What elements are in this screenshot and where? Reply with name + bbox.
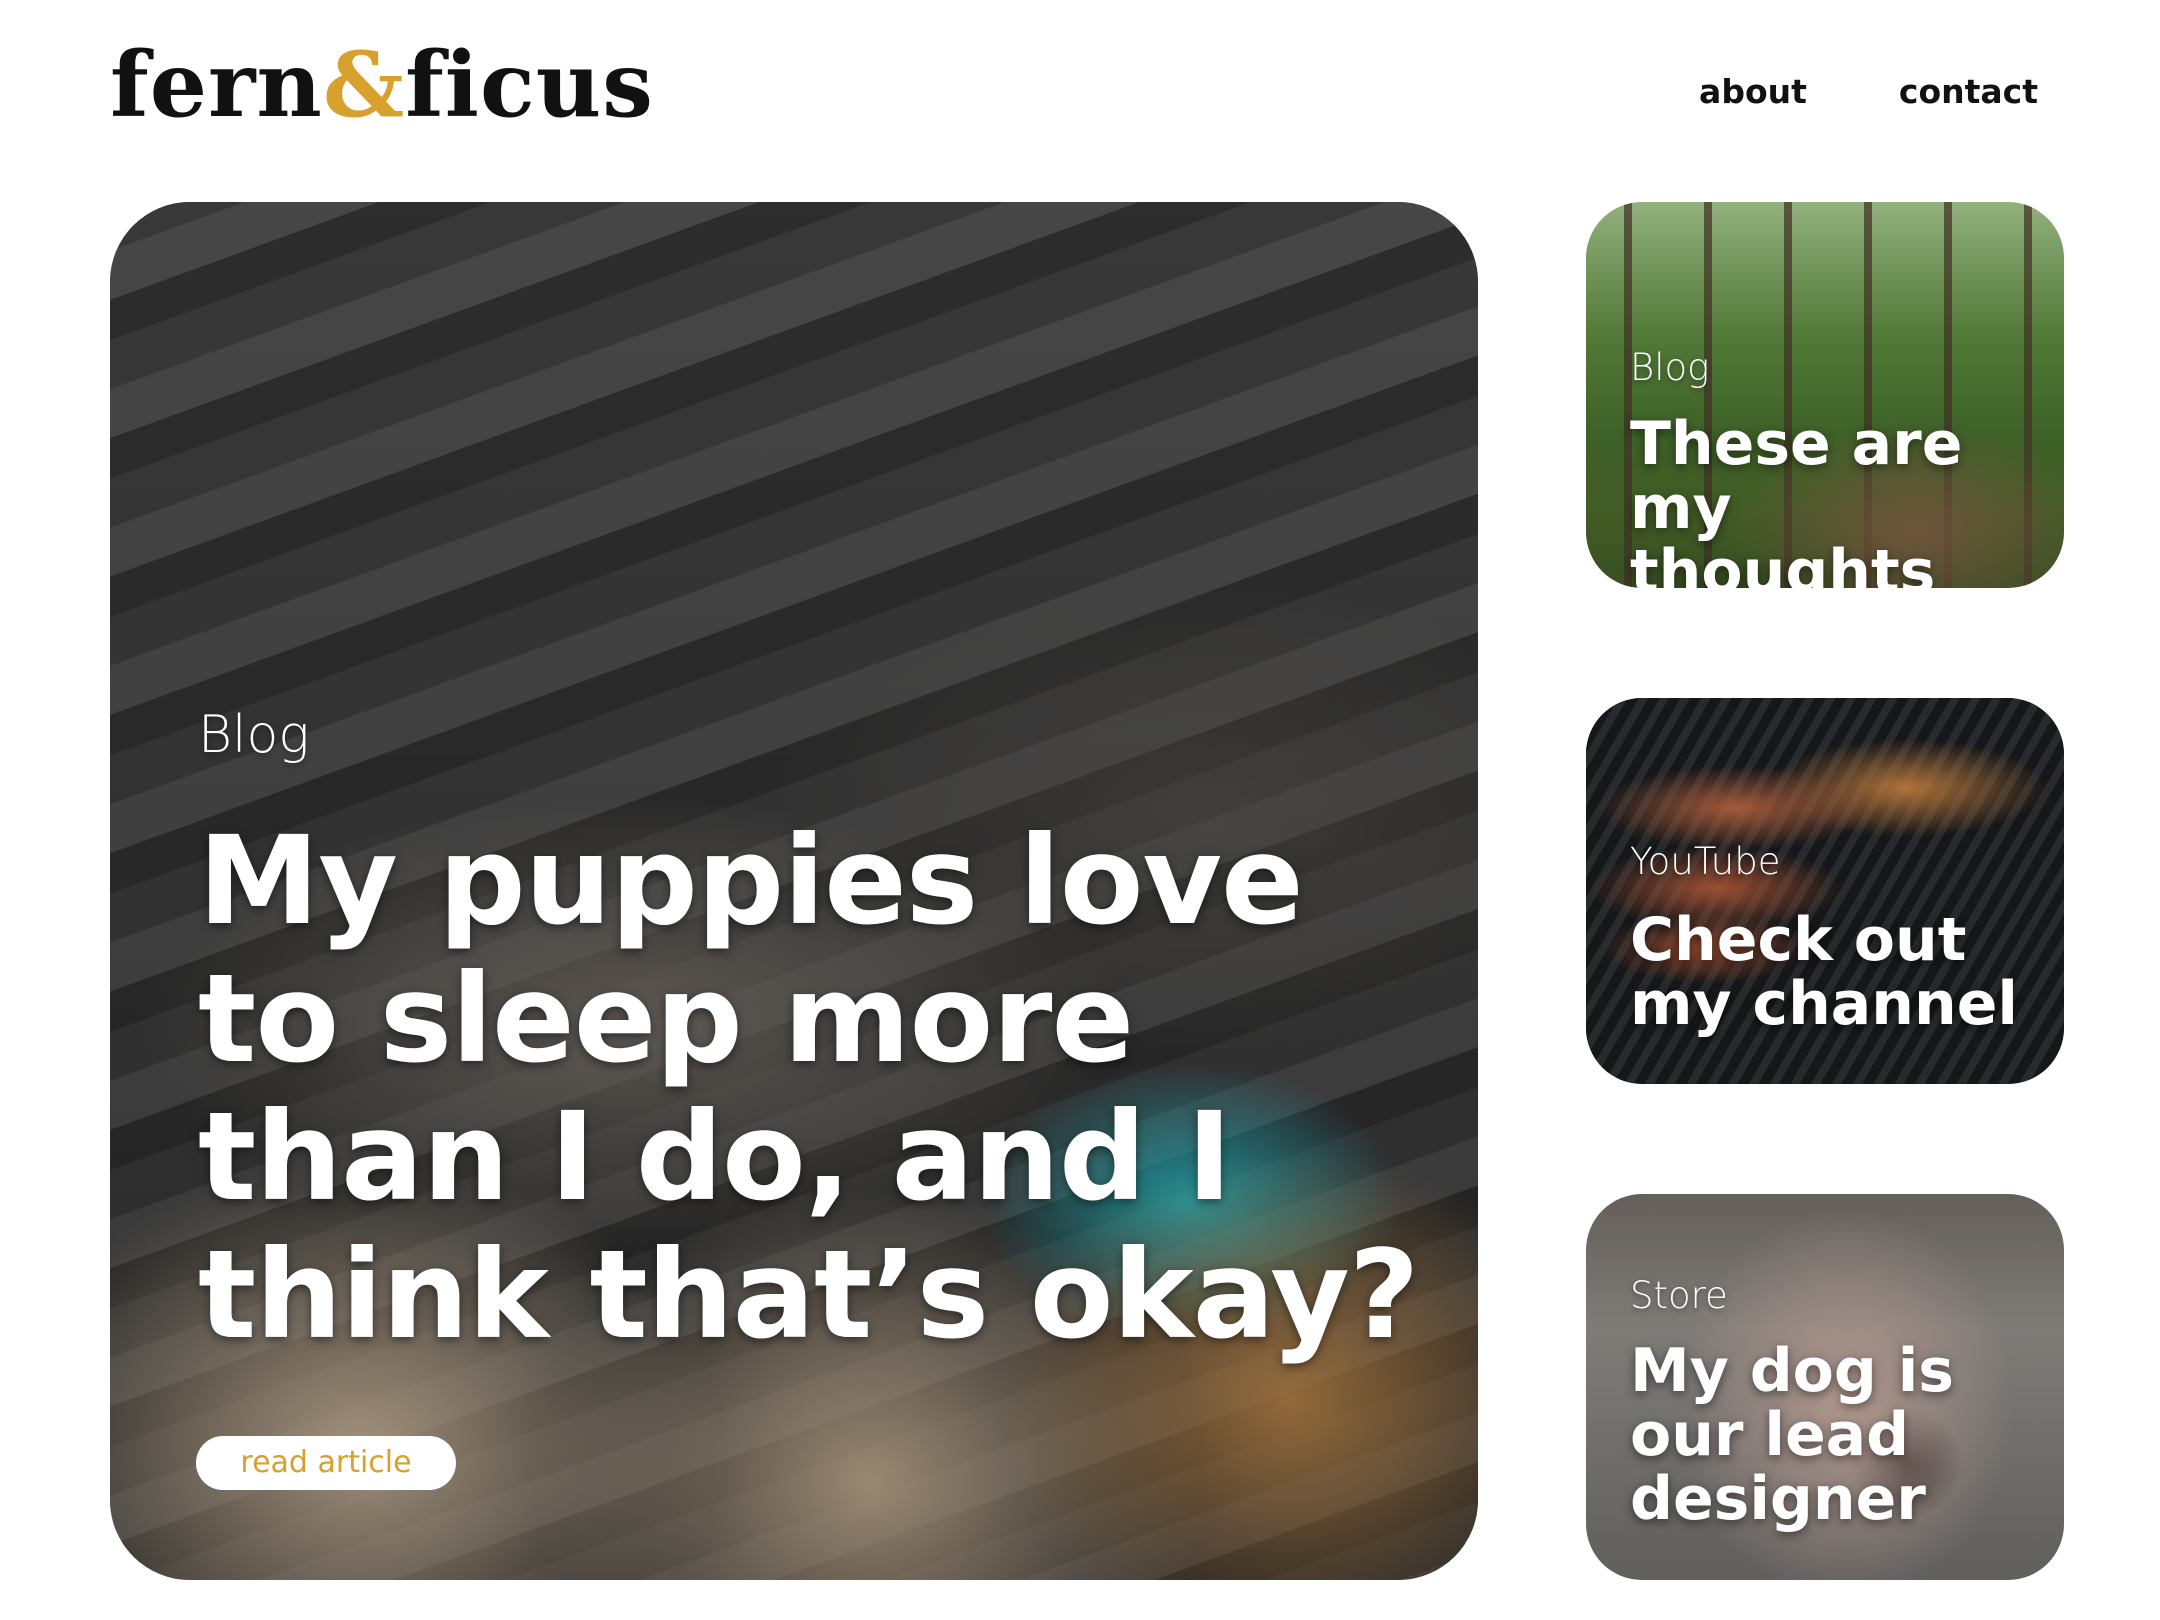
side-card-title: My dog is our lead designer <box>1630 1336 1954 1534</box>
site-logo[interactable]: fern&ficus <box>110 30 654 140</box>
side-card-category: Blog <box>1630 346 1710 389</box>
hero-title: My puppies love to sleep more than I do,… <box>198 810 1420 1366</box>
nav-link-about[interactable]: about <box>1699 62 1807 122</box>
main-nav: about contact <box>1699 62 2038 122</box>
hero-category-label: Blog <box>198 705 310 765</box>
hero-card[interactable]: Blog My puppies love to sleep more than … <box>110 202 1478 1580</box>
side-card-title: Check out my channel <box>1630 905 2018 1039</box>
logo-text-ficus: ficus <box>405 32 654 138</box>
logo-text-fern: fern <box>110 32 323 138</box>
side-card-youtube[interactable]: YouTube Check out my channel <box>1586 698 2064 1084</box>
side-card-category: Store <box>1630 1274 1728 1317</box>
side-card-store[interactable]: Store My dog is our lead designer <box>1586 1194 2064 1580</box>
side-card-category: YouTube <box>1630 840 1781 883</box>
nav-link-contact[interactable]: contact <box>1899 62 2038 122</box>
side-card-title: These are my thoughts <box>1630 409 1963 588</box>
side-card-blog[interactable]: Blog These are my thoughts <box>1586 202 2064 588</box>
logo-ampersand: & <box>322 32 406 138</box>
read-article-button[interactable]: read article <box>196 1436 456 1490</box>
